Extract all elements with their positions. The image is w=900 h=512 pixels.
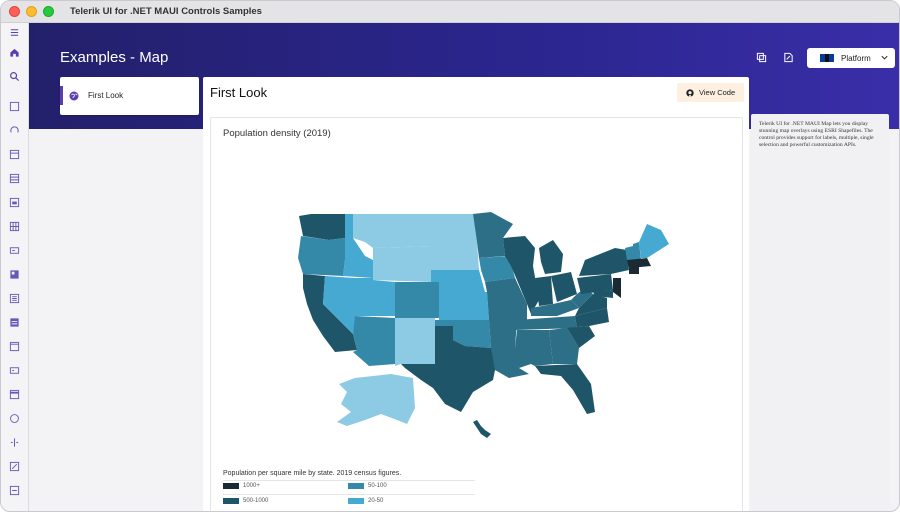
state-new-york [579,248,629,276]
page-title: Examples - Map [60,49,169,66]
platform-label: Platform [841,53,871,63]
legend-caption: Population per square mile by state. 201… [223,470,402,477]
legend-label: 1000+ [243,483,260,489]
description-panel: Telerik UI for .NET MAUI Map lets you di… [751,114,889,511]
state-oregon [298,236,345,276]
control-icon[interactable] [9,437,20,448]
legend-swatch [223,483,239,489]
legend-label: 50-100 [368,483,387,489]
view-code-button[interactable]: View Code [677,83,744,102]
us-map[interactable] [295,208,675,458]
state-colorado [395,282,439,318]
legend-item: 20-50 [348,498,383,504]
edit-document-icon[interactable] [783,52,794,63]
state-wyoming [373,246,431,282]
state-arkansas [489,320,517,348]
legend-swatch [348,498,364,504]
selected-indicator [60,86,63,105]
home-icon[interactable] [9,47,20,58]
state-nebraska [431,270,485,292]
control-icon[interactable] [9,317,20,328]
control-icon[interactable] [9,485,20,496]
legend-item: 500-1000 [223,498,268,504]
state-kansas [439,292,489,320]
legend-divider [223,494,475,495]
platform-flag-icon [820,54,835,62]
state-kentucky [531,300,579,316]
legend-divider [223,480,475,481]
control-icon[interactable] [9,221,20,232]
control-icon[interactable] [9,245,20,256]
platform-selector[interactable]: Platform [807,48,895,68]
state-montana [353,214,431,248]
state-washington [299,214,345,240]
close-window-button[interactable] [9,6,20,17]
control-icon[interactable] [9,365,20,376]
state-florida [535,364,595,414]
menu-icon[interactable] [9,27,20,38]
view-code-label: View Code [699,88,736,97]
control-icon[interactable] [9,197,20,208]
search-icon[interactable] [9,71,20,82]
control-icon[interactable] [9,461,20,472]
left-rail [1,23,29,511]
state-arizona [353,316,395,366]
control-icon[interactable] [9,413,20,424]
control-icon[interactable] [9,125,20,136]
legend-item: 50-100 [348,483,387,489]
control-icon[interactable] [9,101,20,112]
control-icon[interactable] [9,269,20,280]
control-icon[interactable] [9,173,20,184]
state-new-mexico [395,318,435,366]
legend-swatch [223,498,239,504]
example-title: First Look [210,85,268,100]
example-item-label: First Look [88,91,124,100]
legend-item: 1000+ [223,483,260,489]
legend-label: 500-1000 [243,498,269,504]
map-card: Population density (2019) Population per… [210,117,743,511]
state-maine [639,224,669,258]
app-window: Telerik UI for .NET MAUI Controls Sample… [0,0,900,512]
state-north-dakota [431,214,477,242]
legend-label: 20-50 [368,498,384,504]
legend-swatch [348,483,364,489]
description-text: Telerik UI for .NET MAUI Map lets you di… [759,121,874,148]
state-alaska [337,374,415,426]
state-south-dakota [431,242,479,270]
window-title: Telerik UI for .NET MAUI Controls Sample… [70,6,262,17]
github-icon [686,88,694,97]
title-bar: Telerik UI for .NET MAUI Controls Sample… [1,1,899,23]
chevron-down-icon [881,55,888,60]
state-michigan [539,240,563,274]
control-icon[interactable] [9,293,20,304]
minimize-window-button[interactable] [26,6,37,17]
copy-icon[interactable] [756,52,767,63]
map-title: Population density (2019) [223,128,331,139]
state-hawaii [473,420,491,438]
traffic-lights [9,6,54,17]
state-ohio [551,272,577,302]
example-item-first-look[interactable]: First Look [60,77,199,115]
state-utah [355,278,395,316]
state-new-jersey [613,278,621,298]
globe-icon [69,91,79,101]
control-icon[interactable] [9,149,20,160]
control-icon[interactable] [9,341,20,352]
zoom-window-button[interactable] [43,6,54,17]
control-icon[interactable] [9,389,20,400]
